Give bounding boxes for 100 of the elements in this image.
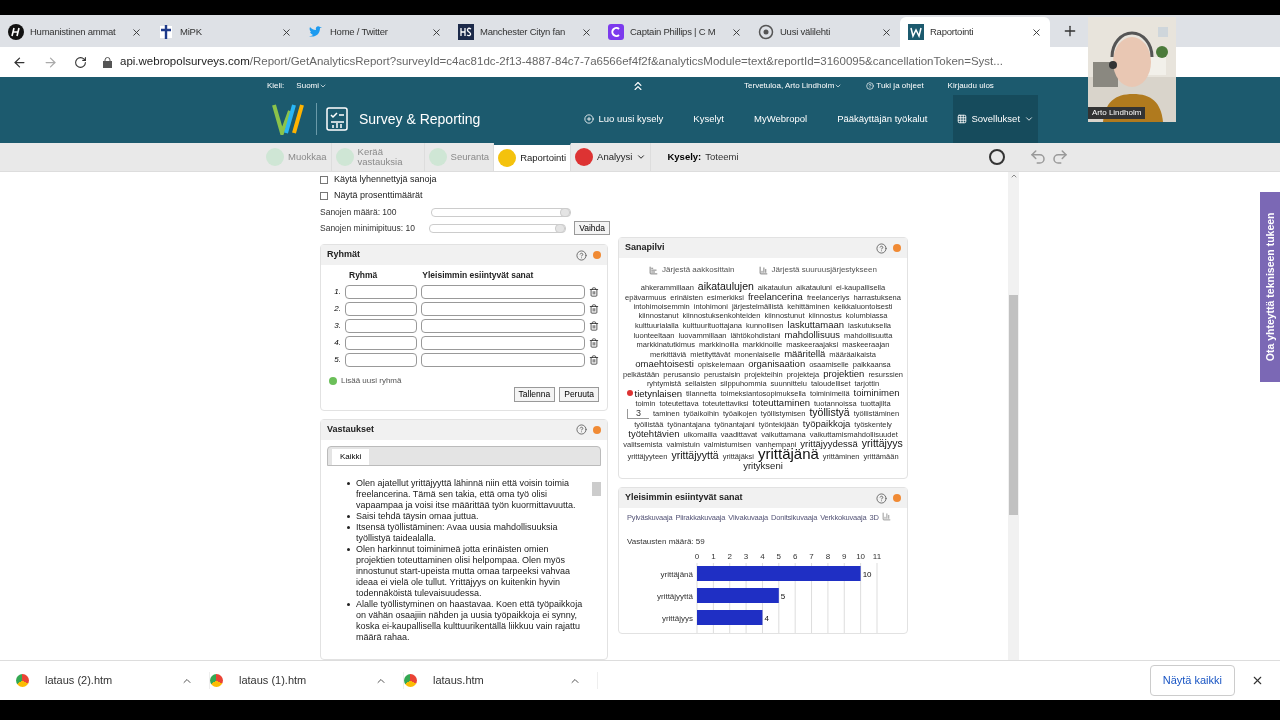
cloud-word[interactable]: toteuttaminen — [752, 398, 811, 407]
chart-icon[interactable] — [881, 512, 891, 521]
slider-label: Sanojen minimipituus: 10 — [320, 221, 416, 235]
scroll-up-icon[interactable] — [1009, 172, 1018, 180]
cloud-word[interactable]: työllistyä — [809, 408, 850, 417]
step-tab[interactable]: Raportointi — [494, 143, 572, 171]
info-icon[interactable] — [988, 149, 1005, 165]
cloud-word[interactable]: yrittäjyydessä — [800, 439, 858, 448]
nav-link[interactable]: Pääkäyttäjän työkalut — [833, 95, 932, 143]
axis-tick: 5 — [776, 552, 782, 562]
cloud-word[interactable]: freelancerina — [747, 292, 803, 301]
help-link[interactable]: Tuki ja ohjeet — [866, 80, 924, 92]
h-logo-icon — [8, 24, 24, 40]
group-words-field[interactable] — [420, 284, 586, 299]
reload-icon[interactable] — [74, 55, 87, 69]
group-words-field[interactable] — [420, 335, 586, 350]
forward-icon[interactable] — [43, 54, 58, 70]
language-select[interactable]: Suomi — [296, 80, 328, 92]
close-icon[interactable] — [1251, 674, 1264, 687]
collapse-icon[interactable] — [893, 494, 901, 502]
browser-tab[interactable]: MiPK — [150, 17, 300, 47]
close-icon[interactable] — [431, 26, 442, 38]
scrollbar[interactable] — [1008, 172, 1019, 660]
help-icon[interactable] — [876, 492, 887, 504]
cloud-word[interactable]: mahdollisuus — [784, 330, 840, 339]
apply-button[interactable]: Vaihda — [574, 220, 610, 236]
undo-icon[interactable] — [1028, 148, 1047, 166]
save-button[interactable]: Tallenna — [513, 386, 556, 402]
cloud-word[interactable]: yritykseni — [743, 461, 783, 470]
close-icon[interactable] — [1031, 26, 1042, 38]
browser-tab[interactable]: Captain Phillips | C M — [600, 17, 750, 47]
new-tab-icon[interactable] — [1062, 23, 1078, 39]
download-item[interactable]: lataus (2).htm — [16, 672, 210, 689]
cloud-word[interactable]: yrittäjyyttä — [671, 451, 719, 460]
help-icon[interactable] — [576, 424, 587, 435]
group-words-field[interactable] — [420, 318, 586, 333]
cloud-word[interactable]: projektien — [823, 369, 865, 378]
checkbox[interactable] — [320, 192, 328, 200]
trash-icon[interactable] — [589, 286, 599, 297]
close-icon[interactable] — [731, 26, 742, 38]
close-icon[interactable] — [881, 26, 892, 38]
bullet-icon — [347, 602, 350, 606]
cloud-word[interactable]: toiminimen — [853, 388, 900, 397]
nav-link[interactable]: Kyselyt — [689, 95, 728, 143]
slider-track[interactable] — [428, 223, 567, 233]
trash-icon[interactable] — [589, 354, 599, 365]
download-item[interactable]: lataus.htm — [404, 672, 598, 689]
help-icon[interactable] — [876, 242, 887, 254]
back-icon[interactable] — [12, 54, 27, 70]
close-icon[interactable] — [281, 26, 292, 38]
cloud-word[interactable]: työpaikkoja — [802, 419, 851, 428]
cancel-button[interactable]: Peruuta — [559, 386, 599, 402]
redo-icon[interactable] — [1050, 148, 1069, 166]
value-label: 4 — [764, 614, 769, 624]
checkbox[interactable] — [320, 176, 328, 184]
help-icon[interactable] — [576, 249, 587, 261]
show-all-button[interactable]: Näytä kaikki — [1149, 665, 1235, 696]
nav-link[interactable]: Luo uusi kysely — [580, 95, 668, 143]
cloud-word[interactable]: tietynlaisen — [634, 388, 683, 398]
trash-icon[interactable] — [589, 320, 599, 331]
cloud-word[interactable]: työtehtävien — [628, 429, 680, 438]
slider-thumb[interactable] — [560, 207, 570, 217]
download-item[interactable]: lataus (1).htm — [210, 672, 404, 689]
browser-tab[interactable]: Raportointi — [900, 17, 1050, 47]
group-name-field[interactable] — [344, 352, 417, 367]
group-words-field[interactable] — [420, 352, 586, 367]
nav-link[interactable]: MyWebropol — [750, 95, 812, 143]
trash-icon[interactable] — [589, 303, 599, 314]
cloud-word[interactable]: laskuttamaan — [787, 320, 845, 329]
browser-tab[interactable]: Uusi välilehti — [750, 17, 900, 47]
remove-icon[interactable] — [626, 390, 633, 396]
support-tab[interactable]: Ota yhteyttä tekniseen tukeen — [1260, 192, 1280, 382]
sort-by-size-link[interactable]: Järjestä suuruusjärjestykseen — [758, 264, 877, 276]
group-name-field[interactable] — [344, 284, 417, 299]
browser-tab[interactable]: Manchester Cityn fan — [450, 17, 600, 47]
close-icon[interactable] — [131, 26, 142, 38]
nav-link[interactable]: Sovellukset — [953, 95, 1039, 143]
sort-alphabetical-link[interactable]: Järjestä aakkosittain — [649, 264, 735, 276]
group-name-field[interactable] — [344, 335, 417, 350]
add-group-link[interactable]: Lisää uusi ryhmä — [341, 374, 402, 387]
step-tab[interactable]: Analyysi — [571, 143, 652, 171]
slider-track[interactable] — [431, 207, 571, 217]
slider-thumb[interactable] — [555, 223, 566, 233]
close-icon[interactable] — [581, 26, 592, 38]
cloud-word[interactable]: yrittäjyys — [861, 439, 903, 448]
trash-icon[interactable] — [589, 337, 599, 348]
cloud-word[interactable]: määritellä — [784, 349, 826, 358]
cloud-word[interactable]: omaehtoisesti — [635, 359, 694, 368]
logout-link[interactable]: Kirjaudu ulos — [947, 80, 994, 92]
answers-tab[interactable]: Kaikki — [332, 448, 370, 465]
group-words-field[interactable] — [420, 301, 586, 316]
welcome-menu[interactable]: Tervetuloa, Arto Lindholm — [744, 80, 843, 92]
collapse-icon[interactable] — [593, 425, 601, 434]
cloud-word[interactable]: organisaation — [748, 359, 806, 368]
group-name-field[interactable] — [344, 318, 417, 333]
browser-tab[interactable]: Humanistinen ammat — [0, 17, 150, 47]
collapse-icon[interactable] — [893, 244, 901, 252]
group-name-field[interactable] — [344, 301, 417, 316]
collapse-icon[interactable] — [593, 251, 601, 259]
browser-tab[interactable]: Home / Twitter — [300, 17, 450, 47]
